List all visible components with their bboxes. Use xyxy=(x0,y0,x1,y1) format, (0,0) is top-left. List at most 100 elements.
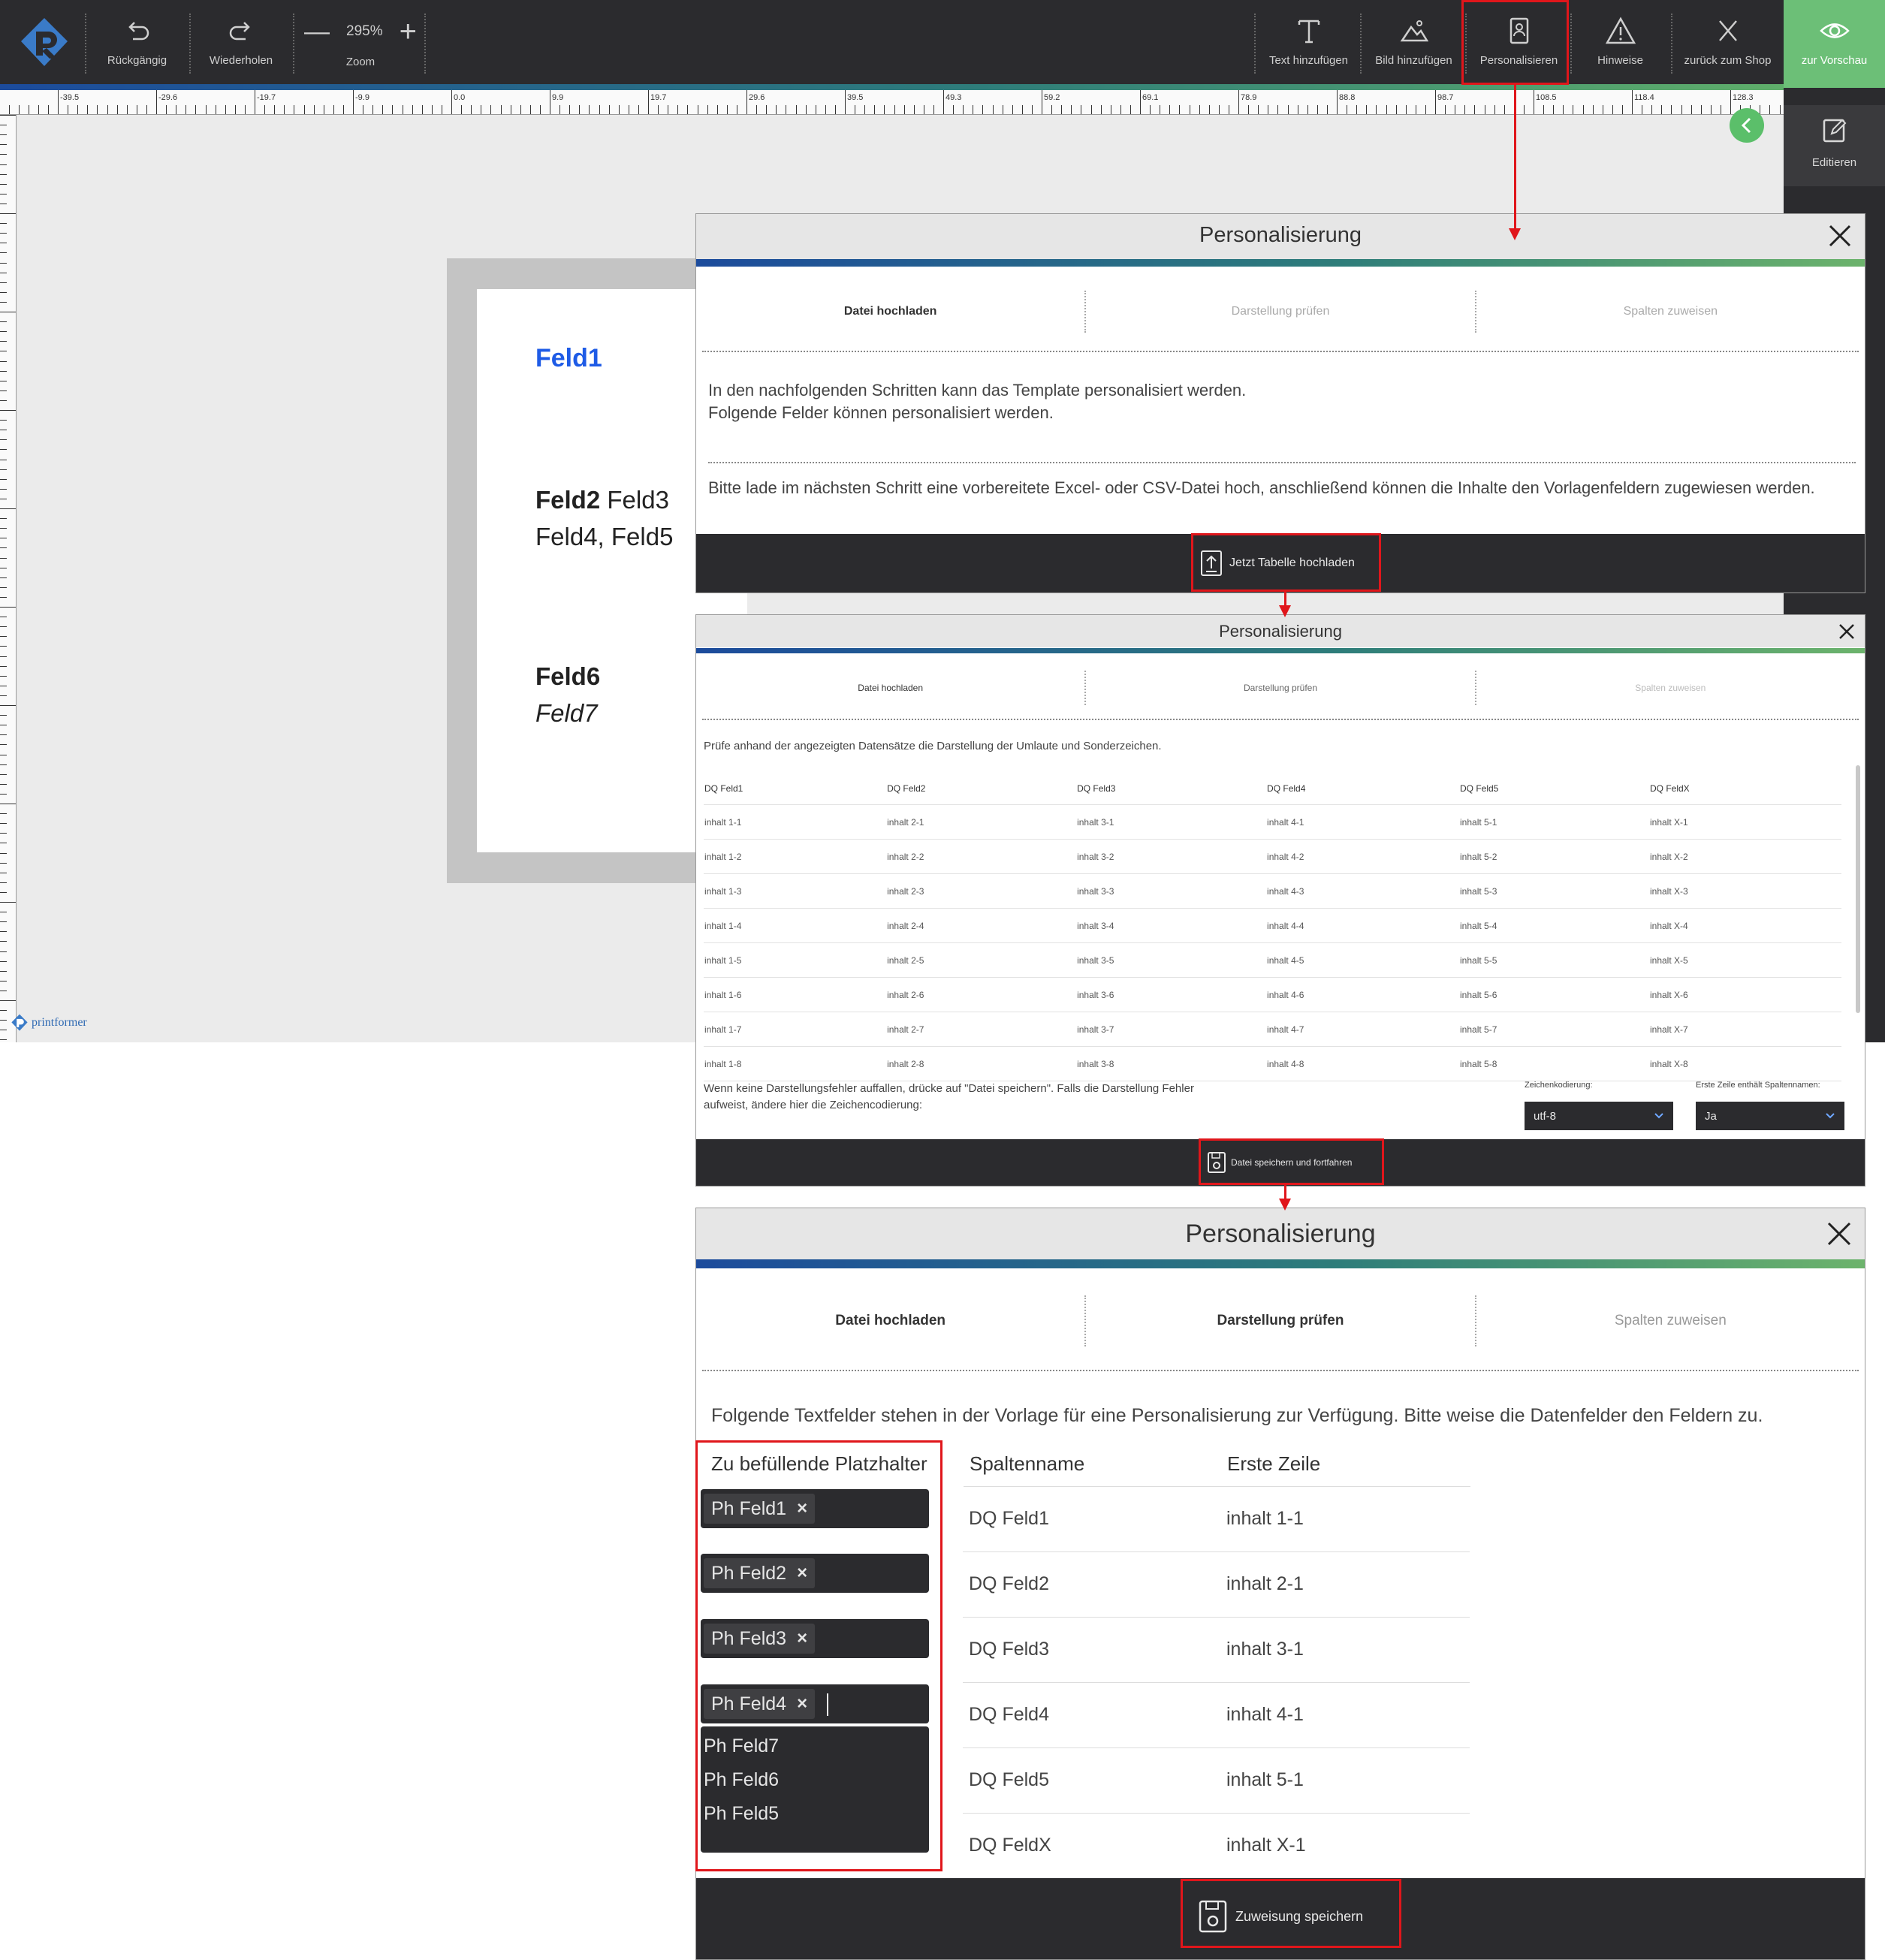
ruler-minor-tick xyxy=(185,105,187,114)
table-cell: inhalt X-6 xyxy=(1648,977,1841,1012)
table-cell: inhalt 3-3 xyxy=(1076,873,1267,909)
table-cell: inhalt 4-7 xyxy=(1266,1012,1459,1047)
undo-button[interactable]: Rückgängig xyxy=(94,0,180,88)
ruler-minor-tick xyxy=(0,773,7,775)
ruler-label: -9.9 xyxy=(355,93,369,102)
collapse-panel-button[interactable] xyxy=(1730,108,1764,143)
zoom-in-button[interactable]: + xyxy=(400,17,417,47)
ruler-label: 0.0 xyxy=(454,93,466,102)
printformer-logo-icon xyxy=(21,18,68,66)
step-check[interactable]: Darstellung prüfen xyxy=(1084,1295,1474,1346)
ruler-minor-tick xyxy=(1316,105,1318,114)
ruler-minor-tick xyxy=(1012,105,1013,114)
close-icon[interactable] xyxy=(1827,223,1853,249)
preview-button[interactable]: zur Vorschau xyxy=(1784,0,1885,88)
assignment-row: DQ Feld1 inhalt 1-1 xyxy=(963,1487,1470,1552)
ruler-minor-tick xyxy=(274,105,276,114)
assignment-row: DQ Feld5 inhalt 5-1 xyxy=(963,1748,1470,1814)
step-upload[interactable]: Datei hochladen xyxy=(696,671,1084,705)
app-logo[interactable] xyxy=(18,17,71,69)
table-cell: inhalt 4-3 xyxy=(1266,873,1459,909)
ruler-minor-tick xyxy=(1337,105,1338,114)
ruler-minor-tick xyxy=(1563,105,1564,114)
table-cell: inhalt X-8 xyxy=(1648,1046,1841,1081)
doc-field-feld7[interactable]: Feld7 xyxy=(535,699,598,728)
ruler-minor-tick xyxy=(579,105,581,114)
preview-data-table: DQ Feld1 DQ Feld2 DQ Feld3 DQ Feld4 DQ Feld5… xyxy=(704,773,1841,1081)
table-scrollbar[interactable] xyxy=(1856,765,1860,1013)
ruler-label: 98.7 xyxy=(1437,93,1454,102)
ruler-minor-tick xyxy=(1671,105,1672,114)
ruler-minor-tick xyxy=(205,105,207,114)
ruler-minor-tick xyxy=(0,370,7,372)
highlight-upload xyxy=(1191,533,1381,592)
doc-field-feld2-3[interactable]: Feld2 Feld3 xyxy=(535,486,669,514)
ruler-minor-tick xyxy=(0,233,7,234)
ruler-minor-tick xyxy=(0,410,16,411)
add-image-label: Bild hinzufügen xyxy=(1375,54,1452,67)
step-upload[interactable]: Datei hochladen xyxy=(696,291,1084,333)
ruler-minor-tick xyxy=(116,105,118,114)
ruler-label: 69.1 xyxy=(1142,93,1159,102)
ruler-minor-tick xyxy=(0,1000,16,1001)
ruler-minor-tick xyxy=(0,833,7,834)
close-icon[interactable] xyxy=(1838,623,1856,641)
ruler-minor-tick xyxy=(333,105,334,114)
ruler-minor-tick xyxy=(0,586,7,588)
back-to-shop-label: zurück zum Shop xyxy=(1684,54,1772,67)
add-image-button[interactable]: Bild hinzufügen xyxy=(1363,0,1464,88)
top-toolbar: Rückgängig Wiederholen — 295% + Zoom Tex… xyxy=(0,0,1885,88)
chevron-down-icon xyxy=(1826,1113,1835,1119)
step-assign[interactable]: Spalten zuweisen xyxy=(1474,1295,1865,1346)
notes-button[interactable]: Hinweise xyxy=(1573,0,1667,88)
text-icon xyxy=(1298,20,1320,44)
ruler-minor-tick xyxy=(1592,105,1594,114)
step-assign[interactable]: Spalten zuweisen xyxy=(1474,671,1865,705)
doc-field-feld4-5[interactable]: Feld4, Feld5 xyxy=(535,523,673,551)
redo-button[interactable]: Wiederholen xyxy=(197,0,285,88)
edit-panel-button[interactable]: Editieren xyxy=(1784,105,1885,186)
ruler-minor-tick xyxy=(0,291,7,293)
table-cell: inhalt X-5 xyxy=(1648,942,1841,978)
step-check[interactable]: Darstellung prüfen xyxy=(1084,291,1474,333)
close-icon xyxy=(1718,20,1737,41)
dialog-header: Personalisierung xyxy=(696,615,1865,647)
table-column-header: DQ Feld3 xyxy=(1076,773,1267,805)
close-icon[interactable] xyxy=(1826,1220,1853,1247)
table-cell: inhalt 1-6 xyxy=(704,977,887,1012)
ruler-minor-tick xyxy=(0,360,7,362)
col-header-first-row: Erste Zeile xyxy=(1227,1452,1321,1475)
table-cell: inhalt 4-8 xyxy=(1266,1046,1459,1081)
step-check[interactable]: Darstellung prüfen xyxy=(1084,671,1474,705)
step-upload[interactable]: Datei hochladen xyxy=(696,1295,1084,1346)
table-cell: inhalt 5-8 xyxy=(1459,1046,1649,1081)
ruler-minor-tick xyxy=(0,508,16,509)
ruler-minor-tick xyxy=(1464,105,1466,114)
doc-field-feld6[interactable]: Feld6 xyxy=(535,662,600,691)
ruler-minor-tick xyxy=(1503,105,1505,114)
ruler-minor-tick xyxy=(126,105,128,114)
ruler-minor-tick xyxy=(451,105,452,114)
eye-icon xyxy=(1819,23,1850,38)
zoom-out-button[interactable]: — xyxy=(304,19,330,44)
column-name: DQ Feld1 xyxy=(969,1508,1049,1529)
assignment-row: DQ Feld4 inhalt 4-1 xyxy=(963,1683,1470,1748)
ruler-minor-tick xyxy=(903,105,905,114)
table-column-header: DQ Feld1 xyxy=(704,773,887,805)
back-to-shop-button[interactable]: zurück zum Shop xyxy=(1673,0,1782,88)
ruler-label: -29.6 xyxy=(158,93,178,102)
ruler-minor-tick xyxy=(156,105,157,114)
ruler-minor-tick xyxy=(0,134,7,136)
ruler-minor-tick xyxy=(264,105,266,114)
ruler-minor-tick xyxy=(0,213,16,214)
doc-field-feld1[interactable]: Feld1 xyxy=(535,344,602,373)
encoding-select[interactable]: utf-8 xyxy=(1525,1102,1673,1130)
header-row-select[interactable]: Ja xyxy=(1696,1102,1844,1130)
table-row: inhalt 1-5 inhalt 2-5 inhalt 3-5 inhalt 4-5… xyxy=(704,942,1841,978)
ruler-minor-tick xyxy=(107,105,108,114)
ruler-minor-tick xyxy=(766,105,768,114)
ruler-minor-tick xyxy=(0,705,16,706)
add-text-button[interactable]: Text hinzufügen xyxy=(1258,0,1359,88)
ruler-label: 59.2 xyxy=(1044,93,1060,102)
step-assign[interactable]: Spalten zuweisen xyxy=(1474,291,1865,333)
